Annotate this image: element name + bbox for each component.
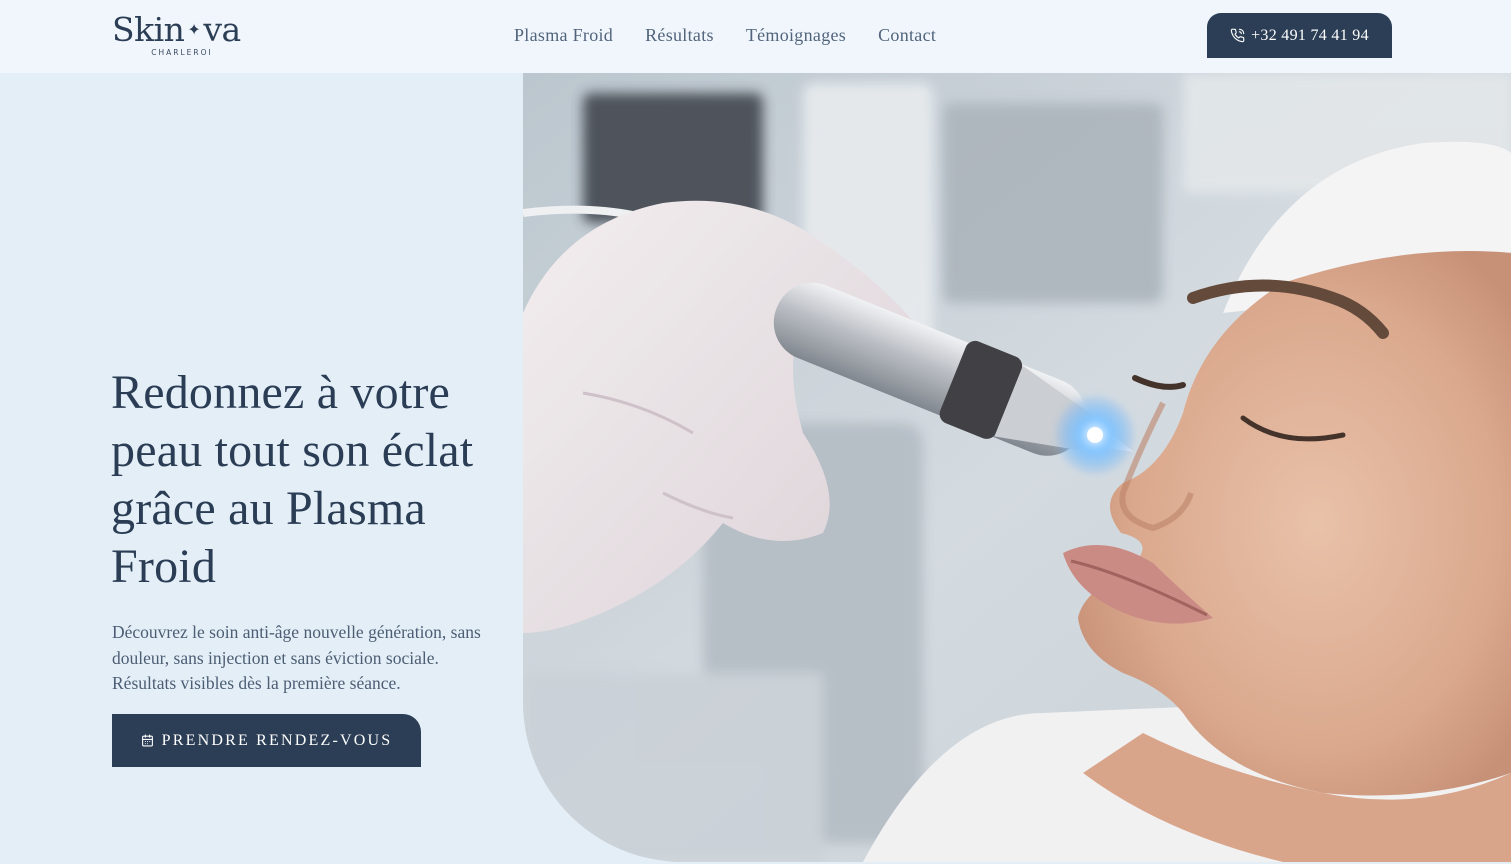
sparkle-icon: ✦ [187, 20, 201, 39]
nav-link-contact[interactable]: Contact [878, 25, 936, 46]
calendar-icon [141, 734, 153, 747]
main-nav: Plasma Froid Résultats Témoignages Conta… [514, 25, 936, 46]
hero-title: Redonnez à votre peau tout son éclat grâ… [111, 366, 474, 593]
hero-treatment-photo [523, 73, 1511, 862]
hero-subtitle: Découvrez le soin anti-âge nouvelle géné… [112, 622, 481, 693]
hero-content: Redonnez à votre peau tout son éclat grâ… [111, 364, 501, 697]
book-appointment-button[interactable]: PRENDRE RENDEZ-VOUS [112, 714, 421, 767]
phone-icon [1230, 28, 1245, 43]
nav-link-temoignages[interactable]: Témoignages [746, 25, 846, 46]
phone-number: +32 491 74 41 94 [1251, 26, 1369, 44]
brand-logo[interactable]: Skin ✦va CHARLEROI [112, 12, 252, 60]
brand-wordmark: Skin ✦va [112, 12, 241, 48]
brand-name-end: va [203, 10, 241, 49]
brand-city: CHARLEROI [151, 48, 213, 57]
site-header: Skin ✦va CHARLEROI Plasma Froid Résultats… [0, 0, 1511, 73]
nav-link-resultats[interactable]: Résultats [645, 25, 714, 46]
brand-name-start: Skin [112, 10, 185, 49]
phone-button[interactable]: +32 491 74 41 94 [1207, 13, 1392, 58]
book-appointment-label: PRENDRE RENDEZ-VOUS [161, 731, 393, 749]
nav-link-plasma-froid[interactable]: Plasma Froid [514, 25, 613, 46]
